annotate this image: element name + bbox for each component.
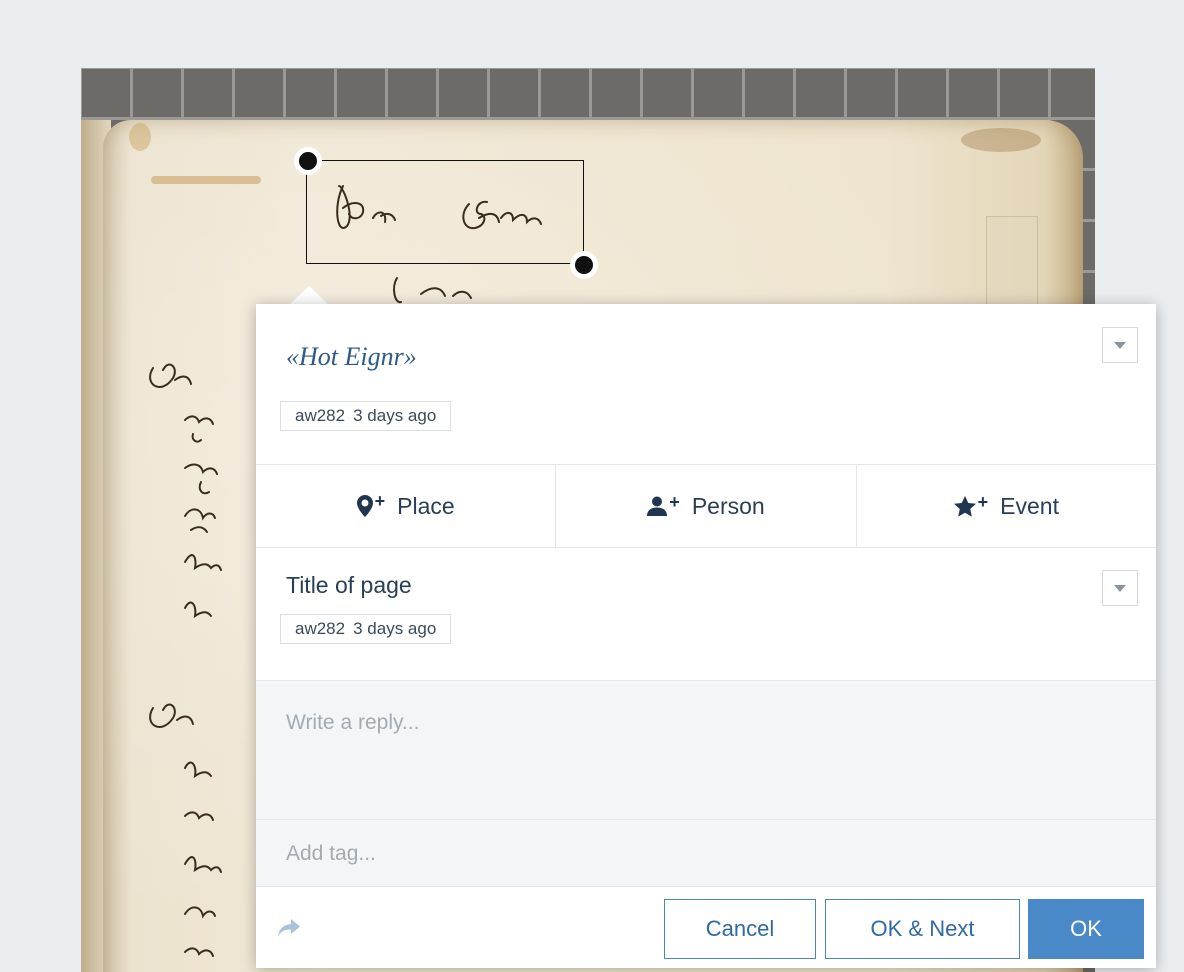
tag-event-button[interactable]: + Event	[855, 465, 1156, 547]
tag-person-button[interactable]: + Person	[555, 465, 855, 547]
user-icon: +	[647, 492, 680, 516]
comment-menu-button[interactable]	[1102, 570, 1138, 606]
meta-user: aw282	[295, 406, 346, 425]
tag-input-placeholder: Add tag...	[286, 842, 376, 865]
entity-tag-row: + Place + Person + Event	[256, 465, 1156, 548]
popup-pointer	[289, 286, 329, 305]
meta-time: 3 days ago	[353, 619, 437, 638]
ok-button[interactable]: OK	[1028, 899, 1144, 959]
comment-section: Title of page aw282 3 days ago	[256, 548, 1156, 681]
tag-place-button[interactable]: + Place	[256, 465, 555, 547]
selection-box[interactable]	[306, 160, 584, 264]
editor-footer: Cancel OK & Next OK	[256, 887, 1156, 971]
selection-handle-bottom-right[interactable]	[570, 251, 598, 279]
tag-event-label: Event	[1000, 492, 1059, 519]
star-icon: +	[953, 492, 988, 517]
tag-place-label: Place	[397, 492, 455, 519]
annotation-editor: «Hot Eignr» aw282 3 days ago + Place + P…	[256, 304, 1156, 968]
tag-input-field[interactable]: Add tag...	[256, 820, 1156, 887]
comment-meta: aw282 3 days ago	[280, 614, 452, 644]
comment-text: Title of page	[286, 572, 412, 598]
transcription-menu-button[interactable]	[1102, 327, 1138, 363]
selection-handle-top-left[interactable]	[294, 147, 322, 175]
transcription-meta: aw282 3 days ago	[280, 401, 452, 431]
tag-person-label: Person	[691, 492, 765, 519]
reply-placeholder: Write a reply...	[286, 711, 420, 734]
ok-next-button[interactable]: OK & Next	[825, 899, 1020, 959]
meta-user: aw282	[295, 619, 346, 638]
cancel-button[interactable]: Cancel	[664, 899, 816, 959]
transcription-section: «Hot Eignr» aw282 3 days ago	[256, 304, 1156, 465]
map-marker-icon: +	[356, 491, 385, 517]
meta-time: 3 days ago	[353, 406, 437, 425]
reply-field[interactable]: Write a reply...	[256, 681, 1156, 820]
transcription-quote: «Hot Eignr»	[286, 342, 417, 371]
share-arrow-icon[interactable]	[278, 917, 300, 943]
